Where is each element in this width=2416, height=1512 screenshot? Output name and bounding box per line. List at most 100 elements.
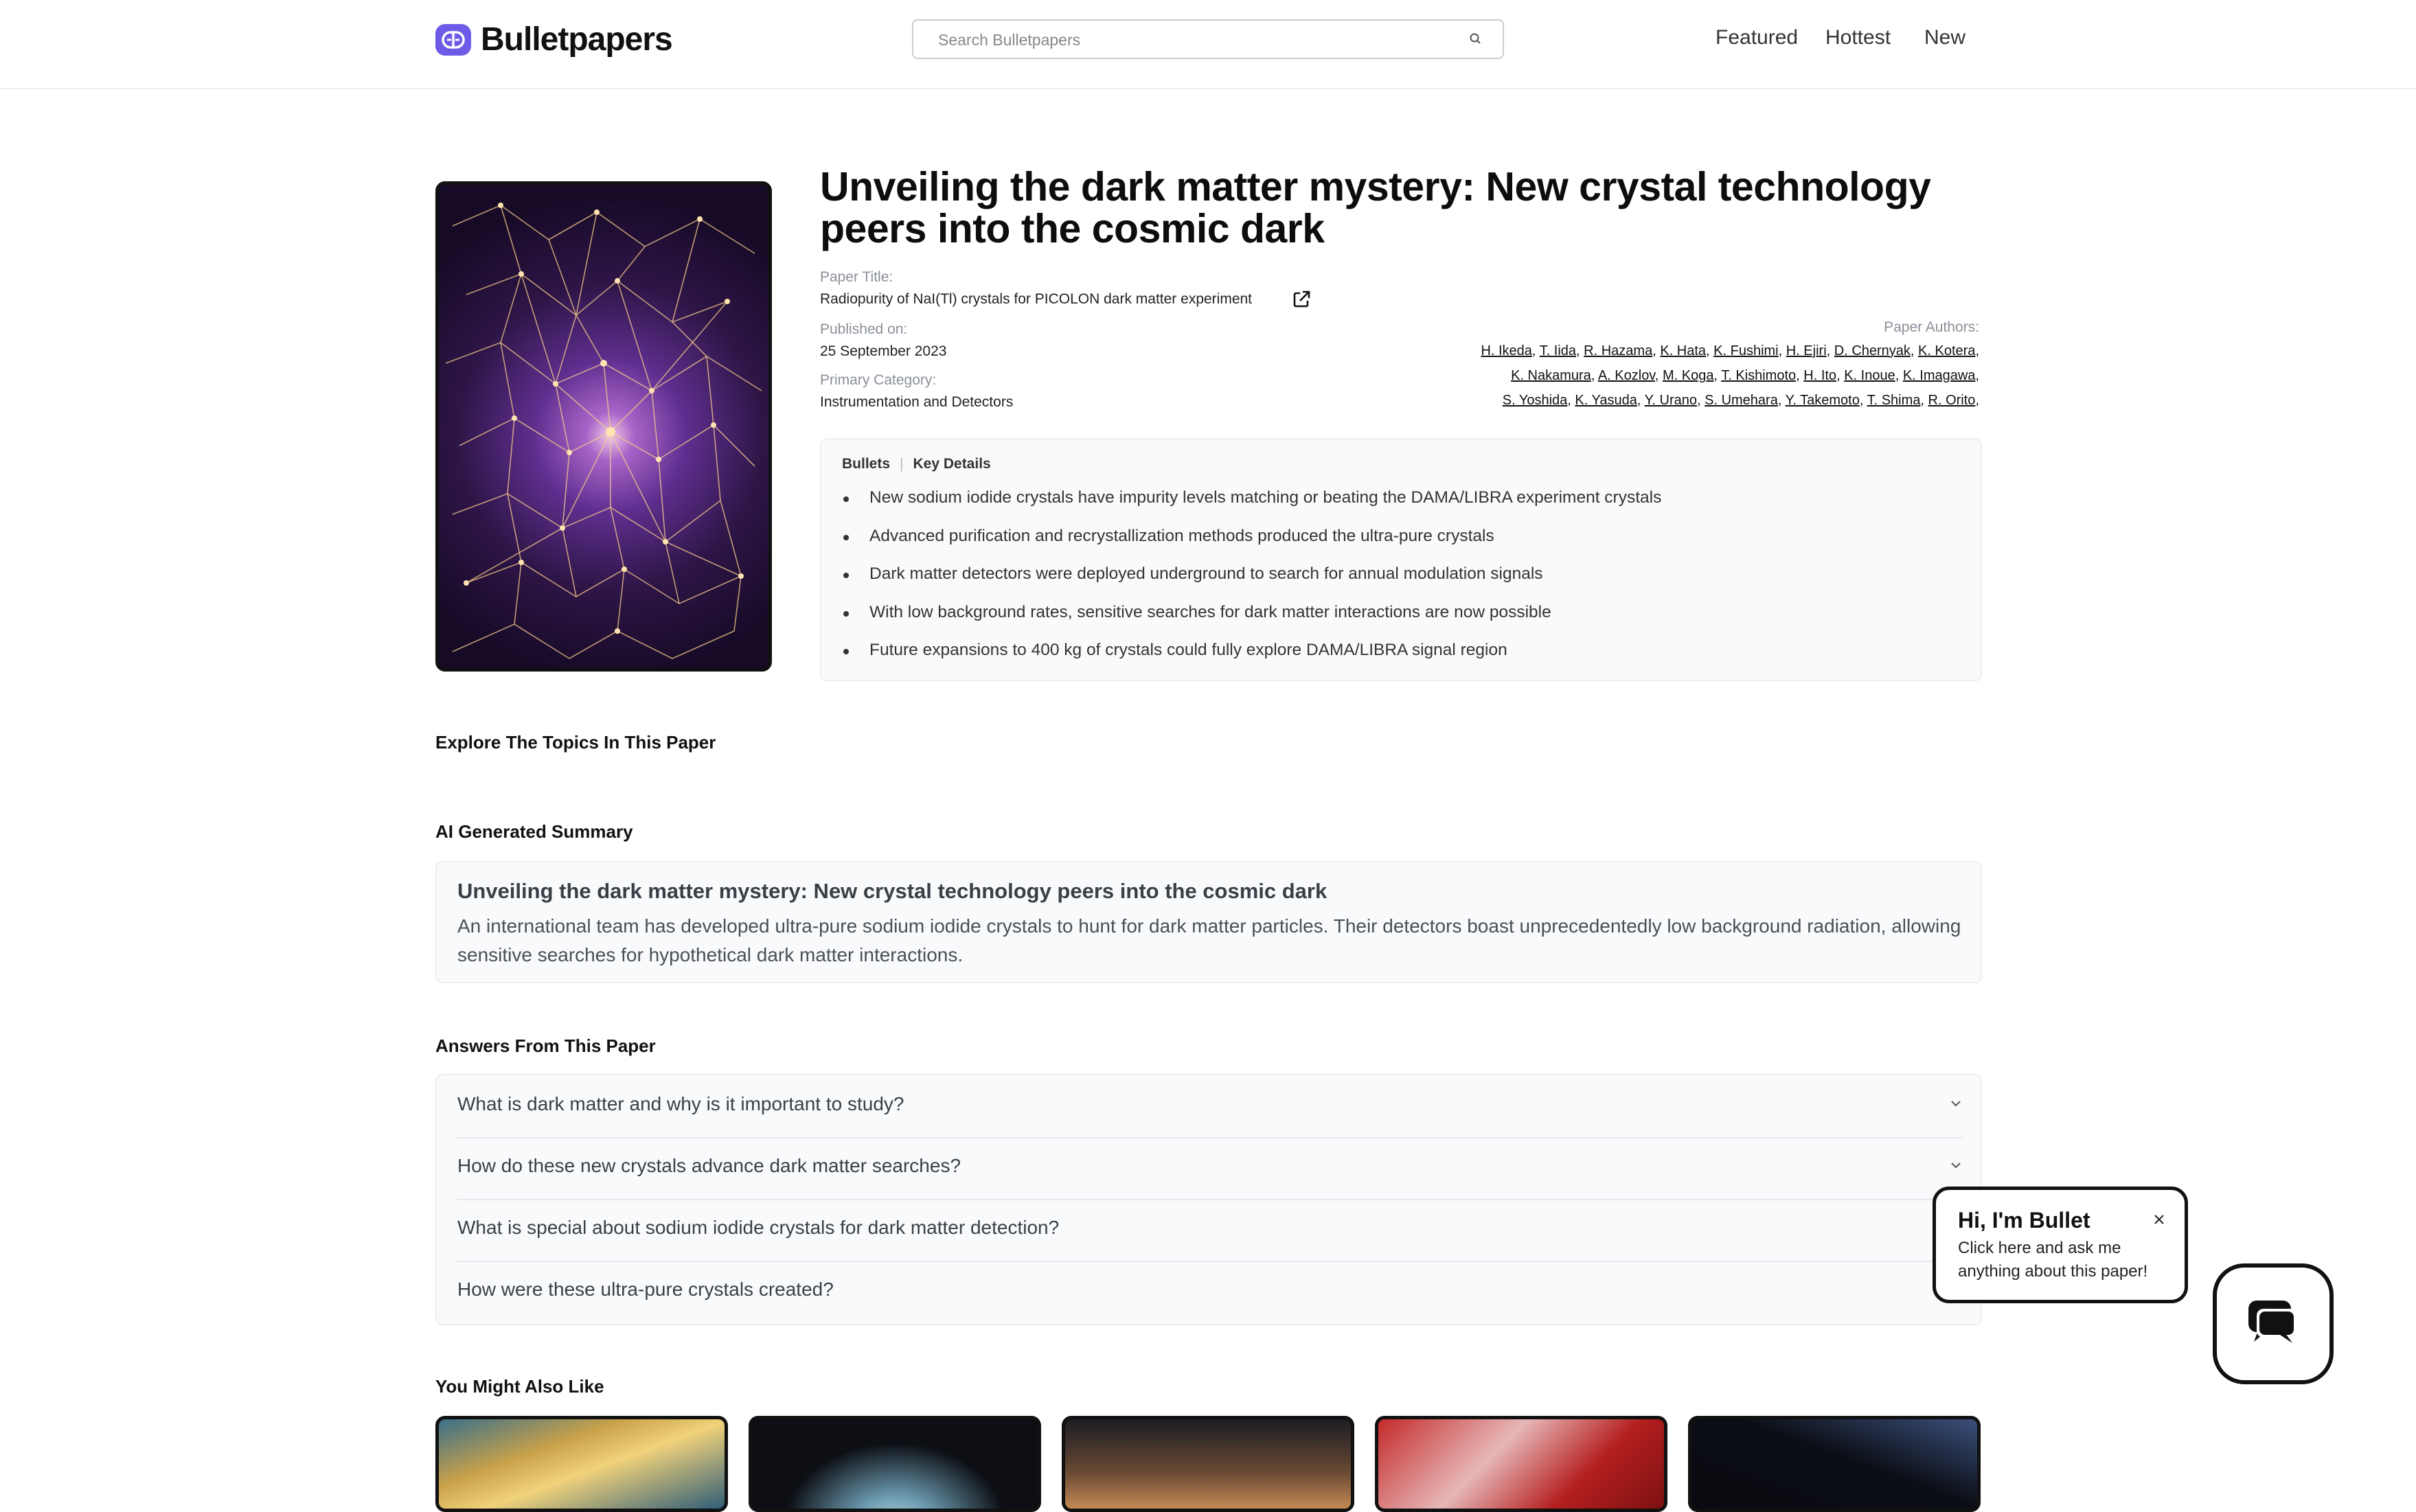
published-date: 25 September 2023 (820, 343, 947, 359)
author-separator: , (1696, 393, 1705, 408)
search-icon[interactable] (1468, 32, 1483, 50)
paper-title-label: Paper Title: (820, 269, 893, 285)
published-label: Published on: (820, 321, 908, 337)
summary-body: An international team has developed ultr… (457, 915, 1961, 965)
bullet-list: New sodium iodide crystals have impurity… (842, 486, 1661, 677)
author-link[interactable]: R. Orito (1928, 393, 1976, 408)
faq-question: How do these new crystals advance dark m… (457, 1155, 961, 1176)
chat-launcher-button[interactable] (2213, 1263, 2334, 1384)
author-separator: , (1637, 393, 1645, 408)
chat-greeting-popup[interactable]: Hi, I'm Bullet Click here and ask me any… (1933, 1187, 2188, 1303)
author-separator: , (1859, 393, 1867, 408)
author-separator: , (1591, 368, 1598, 383)
category-value: Instrumentation and Detectors (820, 394, 1014, 410)
author-link[interactable]: K. Yasuda (1575, 393, 1637, 408)
external-link-icon[interactable] (1291, 289, 1312, 313)
author-separator: , (1826, 343, 1834, 358)
author-link[interactable]: H. Ito (1803, 368, 1836, 383)
tab-key-details[interactable]: Key Details (913, 456, 990, 472)
bullets-tabs: Bullets | Key Details (842, 456, 991, 472)
bullet-item: New sodium iodide crystals have impurity… (842, 486, 1661, 525)
paper-title-link[interactable]: Radiopurity of NaI(Tl) crystals for PICO… (820, 291, 1252, 308)
author-link[interactable]: K. Nakamura (1511, 368, 1591, 383)
tab-separator: | (900, 456, 904, 472)
author-link[interactable]: R. Hazama (1584, 343, 1652, 358)
author-separator: , (1895, 368, 1903, 383)
faq-question: What is dark matter and why is it import… (457, 1093, 904, 1114)
nav-featured[interactable]: Featured (1716, 26, 1798, 49)
author-separator: , (1706, 343, 1714, 358)
answers-heading: Answers From This Paper (435, 1035, 656, 1056)
authors-line: K. Nakamura, A. Kozlov, M. Koga, T. Kish… (1511, 368, 1979, 384)
article-headline: Unveiling the dark matter mystery: New c… (820, 164, 1931, 251)
author-separator: , (1777, 393, 1786, 408)
author-separator: , (1713, 368, 1722, 383)
authors-label: Paper Authors: (1884, 319, 1979, 335)
related-heading: You Might Also Like (435, 1376, 604, 1397)
top-header: Bulletpapers Featured Hottest New (0, 0, 2416, 89)
author-link[interactable]: H. Ejiri (1786, 343, 1827, 358)
bullet-item: With low background rates, sensitive sea… (842, 601, 1661, 639)
topics-heading: Explore The Topics In This Paper (435, 732, 716, 753)
tab-bullets[interactable]: Bullets (842, 456, 890, 472)
author-separator: , (1975, 368, 1979, 383)
author-link[interactable]: T. Shima (1867, 393, 1921, 408)
faq-item[interactable]: What is dark matter and why is it import… (457, 1075, 1963, 1138)
author-separator: , (1576, 343, 1584, 358)
summary-card: Unveiling the dark matter mystery: New c… (435, 861, 1982, 983)
author-link[interactable]: K. Kotera (1918, 343, 1975, 358)
nav-new[interactable]: New (1924, 26, 1965, 49)
author-separator: , (1654, 368, 1663, 383)
author-link[interactable]: T. Iida (1540, 343, 1576, 358)
author-separator: , (1531, 343, 1540, 358)
close-icon[interactable] (2153, 1213, 2165, 1229)
author-link[interactable]: H. Ikeda (1481, 343, 1531, 358)
brand-name: Bulletpapers (481, 21, 673, 58)
brand-logo[interactable]: Bulletpapers (435, 21, 673, 58)
paper-cover-image (435, 181, 772, 672)
nav-hottest[interactable]: Hottest (1825, 26, 1891, 49)
author-link[interactable]: K. Fushimi (1713, 343, 1778, 358)
faq-item[interactable]: What is special about sodium iodide crys… (457, 1199, 1963, 1262)
author-separator: , (1567, 393, 1575, 408)
chat-bubble-icon (2246, 1298, 2301, 1351)
related-paper-card[interactable] (749, 1416, 1041, 1512)
faq-item[interactable]: How do these new crystals advance dark m… (457, 1137, 1963, 1200)
popup-body: Click here and ask me anything about thi… (1958, 1239, 2148, 1281)
chevron-down-icon (1949, 1099, 1963, 1112)
author-link[interactable]: T. Kishimoto (1721, 368, 1796, 383)
author-link[interactable]: A. Kozlov (1598, 368, 1655, 383)
related-paper-card[interactable] (1688, 1416, 1981, 1512)
author-link[interactable]: K. Inoue (1844, 368, 1895, 383)
summary-title: Unveiling the dark matter mystery: New c… (457, 879, 1327, 903)
author-separator: , (1652, 343, 1661, 358)
related-paper-card[interactable] (435, 1416, 728, 1512)
author-link[interactable]: Y. Urano (1645, 393, 1697, 408)
author-link[interactable]: D. Chernyak (1834, 343, 1911, 358)
authors-line: S. Yoshida, K. Yasuda, Y. Urano, S. Umeh… (1503, 393, 1979, 409)
authors-line: H. Ikeda, T. Iida, R. Hazama, K. Hata, K… (1481, 343, 1979, 359)
author-separator: , (1975, 343, 1979, 358)
search-input[interactable] (937, 21, 1461, 59)
related-paper-card[interactable] (1062, 1416, 1354, 1512)
author-separator: , (1836, 368, 1845, 383)
related-paper-card[interactable] (1375, 1416, 1667, 1512)
author-link[interactable]: K. Imagawa (1903, 368, 1976, 383)
author-link[interactable]: M. Koga (1663, 368, 1713, 383)
author-separator: , (1796, 368, 1804, 383)
faq-accordion: What is dark matter and why is it import… (435, 1074, 1982, 1325)
chevron-down-icon (1949, 1160, 1963, 1173)
faq-item[interactable]: How were these ultra-pure crystals creat… (457, 1261, 1963, 1322)
author-link[interactable]: S. Yoshida (1503, 393, 1568, 408)
author-link[interactable]: K. Hata (1660, 343, 1706, 358)
faq-question: How were these ultra-pure crystals creat… (457, 1279, 834, 1300)
author-link[interactable]: Y. Takemoto (1786, 393, 1860, 408)
bullets-card: Bullets | Key Details New sodium iodide cr… (820, 438, 1982, 681)
bullet-item: Advanced purification and recrystallizat… (842, 525, 1661, 563)
author-separator: , (1778, 343, 1786, 358)
logo-icon (435, 23, 471, 56)
search-box[interactable] (912, 19, 1504, 59)
author-separator: , (1910, 343, 1919, 358)
author-link[interactable]: S. Umehara (1705, 393, 1778, 408)
author-separator: , (1975, 393, 1979, 408)
